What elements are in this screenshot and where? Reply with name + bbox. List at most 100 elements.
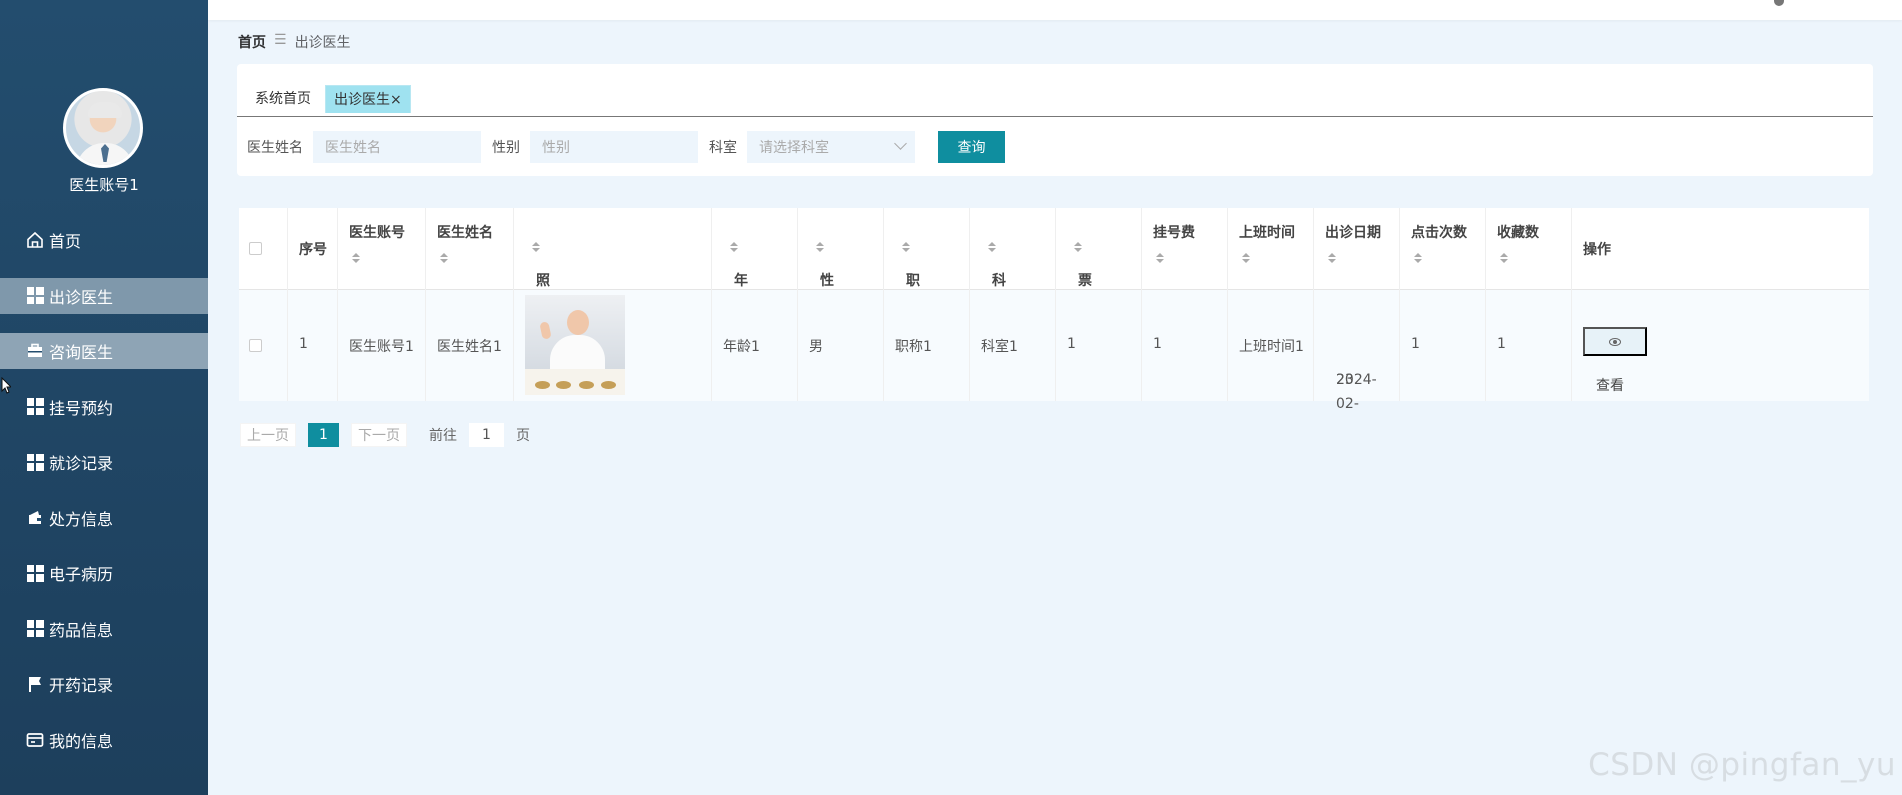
sidebar-item-visit-records[interactable]: 就诊记录 (0, 444, 208, 480)
sort-icon (816, 242, 824, 252)
watermark: CSDN @pingfan_yu (1588, 747, 1896, 783)
sort-icon (1328, 253, 1336, 263)
chevron-down-icon (894, 137, 907, 150)
sort-icon (1500, 253, 1508, 263)
header-doctor-account[interactable]: 医生账号 (338, 208, 426, 290)
sort-icon (532, 242, 540, 252)
cell-doctor-name: 医生姓名1 (426, 290, 514, 401)
table-header: 序号 医生账号 医生姓名 照片 年龄 性别 职称 科室 票额 挂号费 上班时间 … (239, 208, 1869, 309)
breadcrumb-home[interactable]: 首页 (238, 32, 266, 52)
search-filters: 医生姓名 医生姓名 性别 性别 科室 请选择科室 查询 (247, 131, 1005, 163)
sidebar-item-my-info[interactable]: 我的信息 (0, 722, 208, 758)
prev-page-button[interactable]: 上一页 (240, 423, 296, 447)
sidebar-item-label: 挂号预约 (49, 398, 114, 418)
filter-panel: 系统首页 出诊医生× 医生姓名 医生姓名 性别 性别 科室 请选择科室 查询 (237, 64, 1873, 176)
tab-divider (237, 116, 1873, 117)
header-gender[interactable]: 性别 (798, 208, 884, 309)
cell-favorite-count: 1 (1486, 290, 1572, 401)
grid-icon (25, 286, 45, 306)
table-row: 1 医生账号1 医生姓名1 年龄1 男 职称1 科室1 1 1 上班时间1 20… (239, 290, 1869, 412)
header-registration-fee[interactable]: 挂号费 (1142, 208, 1228, 290)
header-select (239, 208, 288, 290)
header-actions: 操作 (1583, 242, 1611, 258)
sort-icon (1242, 253, 1250, 263)
sidebar-item-label: 开药记录 (49, 676, 114, 695)
sidebar-item-registration[interactable]: 挂号预约 (0, 389, 208, 425)
sidebar-item-visiting-doctors[interactable]: 出诊医生 (0, 277, 208, 314)
breadcrumb-current: 出诊医生 (294, 35, 351, 51)
sidebar-item-label: 咨询医生 (49, 343, 114, 362)
cell-department: 科室1 (970, 290, 1056, 401)
header-visit-date[interactable]: 出诊日期 (1314, 208, 1400, 290)
sidebar-item-consult-doctors[interactable]: 咨询医生 (0, 333, 208, 369)
sidebar-item-label: 我的信息 (49, 731, 114, 751)
header-age[interactable]: 年龄 (712, 208, 798, 309)
mouse-cursor-icon (1, 376, 13, 394)
eye-icon (1609, 337, 1621, 346)
sidebar-item-prescribing-records[interactable]: 开药记录 (0, 666, 208, 702)
sort-icon (352, 253, 360, 263)
gender-placeholder: 性别 (542, 140, 570, 156)
header-doctor-name[interactable]: 医生姓名 (426, 208, 514, 290)
cell-serial: 1 (288, 290, 338, 401)
header-favorite-count[interactable]: 收藏数 (1486, 208, 1572, 290)
goto-label: 前往 (429, 428, 457, 444)
cell-gender: 男 (798, 290, 884, 401)
header-title[interactable]: 职称 (884, 208, 970, 309)
briefcase-icon (25, 341, 45, 361)
sort-icon (988, 242, 996, 252)
sort-icon (1074, 242, 1082, 252)
query-button[interactable]: 查询 (938, 131, 1005, 163)
view-button[interactable]: 查看 (1583, 327, 1647, 393)
user-menu-icon[interactable] (1774, 0, 1784, 6)
sidebar-item-label: 处方信息 (49, 509, 114, 529)
card-icon (25, 730, 45, 750)
page-suffix: 页 (516, 428, 530, 444)
row-checkbox[interactable] (249, 339, 262, 352)
top-bar (208, 0, 1902, 20)
header-click-count[interactable]: 点击次数 (1400, 208, 1486, 290)
sidebar-item-prescriptions[interactable]: 处方信息 (0, 500, 208, 536)
doctor-name-placeholder: 医生姓名 (325, 140, 381, 156)
gender-input[interactable]: 性别 (530, 131, 698, 163)
cell-age: 年龄1 (712, 290, 798, 401)
cell-quota: 1 (1056, 290, 1142, 401)
tab-system-home[interactable]: 系统首页 (247, 85, 319, 113)
sidebar-item-label: 出诊医生 (49, 287, 114, 307)
pagination: 上一页 1 下一页 前往 1 页 (240, 423, 530, 447)
page-number[interactable]: 1 (308, 423, 339, 447)
doctor-table: 序号 医生账号 医生姓名 照片 年龄 性别 职称 科室 票额 挂号费 上班时间 … (239, 208, 1869, 412)
grid-icon (25, 397, 45, 417)
sidebar-menu: 首页 出诊医生 咨询医生 挂号预约 就诊记录 处方信息 电子病历 药品信息 开药… (0, 222, 208, 777)
header-work-time[interactable]: 上班时间 (1228, 208, 1314, 290)
tab-label: 出诊医生 (334, 92, 390, 108)
tab-visiting-doctors[interactable]: 出诊医生× (325, 85, 411, 113)
close-icon[interactable]: × (390, 92, 402, 108)
sort-icon (902, 242, 910, 252)
sort-icon (730, 242, 738, 252)
header-quota[interactable]: 票额 (1056, 208, 1142, 309)
sidebar-item-drugs[interactable]: 药品信息 (0, 611, 208, 647)
sidebar-item-label: 就诊记录 (49, 454, 114, 473)
department-select[interactable]: 请选择科室 (747, 131, 915, 163)
wallet-icon (25, 508, 45, 528)
goto-page-input[interactable]: 1 (469, 423, 504, 447)
doctor-photo (525, 295, 625, 395)
cell-photo (514, 290, 712, 401)
header-department[interactable]: 科室 (970, 208, 1056, 309)
cell-visit-date: 2024-02- 23 (1314, 290, 1400, 412)
sidebar-item-label: 电子病历 (49, 565, 114, 584)
sidebar-item-label: 药品信息 (49, 620, 114, 640)
sidebar-item-home[interactable]: 首页 (0, 222, 208, 258)
account-name: 医生账号1 (69, 176, 139, 194)
header-photo[interactable]: 照片 (514, 208, 712, 309)
header-serial: 序号 (288, 208, 338, 290)
breadcrumb: 首页 ☰ 出诊医生 (238, 32, 351, 52)
flag-icon (25, 674, 45, 694)
next-page-button[interactable]: 下一页 (351, 423, 407, 447)
department-label: 科室 (709, 140, 737, 156)
sidebar-item-emr[interactable]: 电子病历 (0, 555, 208, 591)
select-all-checkbox[interactable] (249, 242, 262, 255)
doctor-name-input[interactable]: 医生姓名 (313, 131, 481, 163)
gender-label: 性别 (492, 140, 520, 156)
